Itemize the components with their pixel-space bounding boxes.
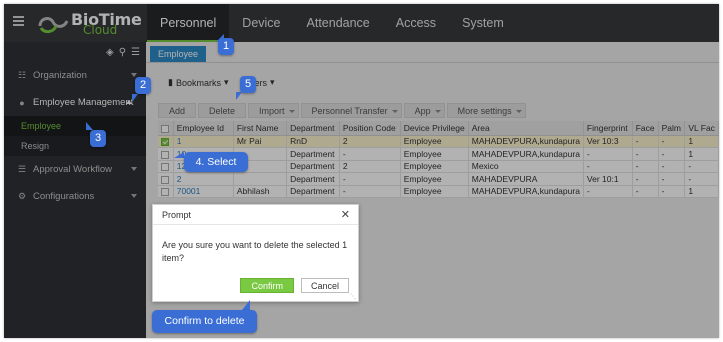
dialog-message: Are you sure you want to delete the sele… (162, 240, 348, 263)
callout-tail (242, 300, 250, 310)
dialog-buttons: Confirm Cancel (240, 278, 349, 293)
dialog-title: Prompt (162, 210, 192, 220)
dialog-header: Prompt ✕ (153, 205, 358, 225)
app-window: BioTime Cloud Personnel Device Attendanc… (4, 4, 719, 338)
step-1-badge: 1 (218, 38, 234, 55)
step-6-callout: Confirm to delete (152, 310, 257, 333)
close-icon[interactable]: ✕ (341, 205, 350, 225)
confirm-button[interactable]: Confirm (240, 278, 294, 293)
modal-overlay[interactable] (4, 4, 719, 338)
callout-tail (132, 94, 138, 102)
resize-handle-icon[interactable]: ⋱ (350, 293, 356, 300)
step-5-badge: 5 (240, 76, 256, 93)
delete-confirm-dialog: Prompt ✕ Are you sure you want to delete… (152, 204, 359, 302)
callout-tail (174, 152, 184, 158)
step-2-badge: 2 (135, 77, 151, 94)
callout-tail (86, 122, 93, 130)
callout-tail (236, 92, 242, 100)
step-4-callout: 4. Select (184, 152, 248, 172)
step-3-badge: 3 (90, 130, 106, 147)
cancel-button[interactable]: Cancel (300, 278, 349, 293)
